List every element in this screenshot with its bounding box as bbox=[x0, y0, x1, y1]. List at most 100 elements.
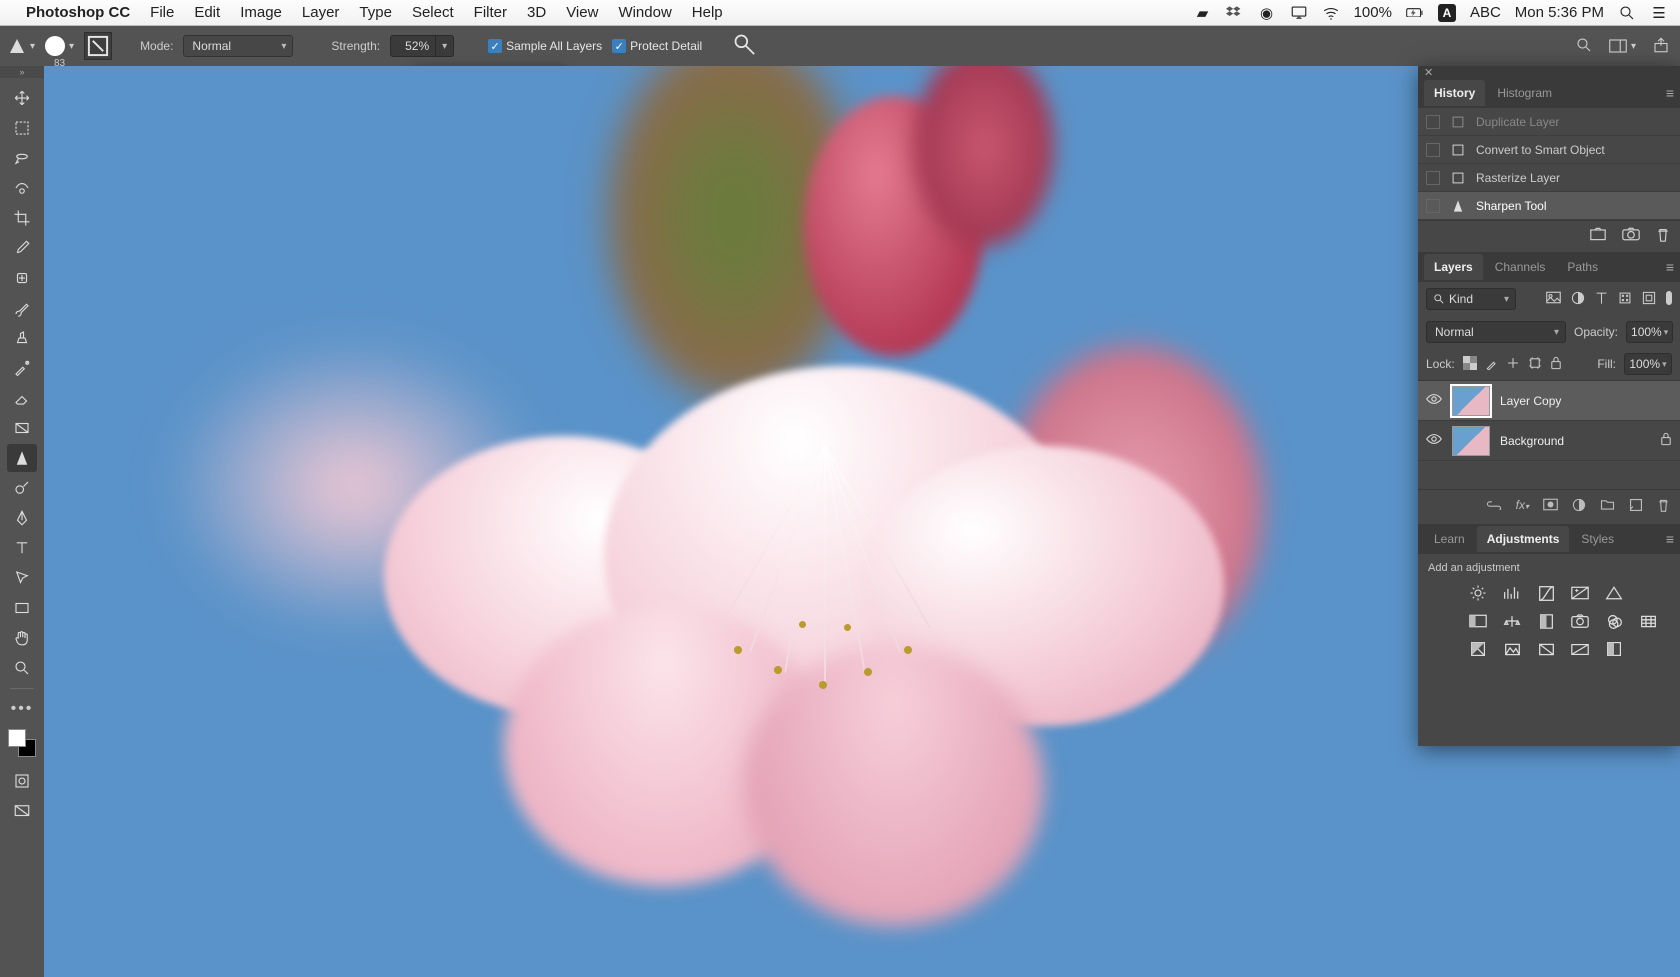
layer-filter-kind[interactable]: Kind bbox=[1426, 288, 1516, 310]
filter-type-icon[interactable] bbox=[1595, 291, 1608, 308]
mask-icon[interactable] bbox=[1543, 498, 1558, 516]
strength-dropdown-icon[interactable]: ▾ bbox=[436, 35, 454, 57]
menu-layer[interactable]: Layer bbox=[302, 4, 340, 21]
path-select-tool[interactable] bbox=[7, 564, 37, 592]
battery-percent[interactable]: 100% bbox=[1354, 4, 1392, 21]
lock-image-icon[interactable] bbox=[1485, 356, 1498, 373]
foreground-color-swatch[interactable] bbox=[8, 729, 26, 747]
history-step[interactable]: Convert to Smart Object bbox=[1418, 136, 1680, 164]
tab-paths[interactable]: Paths bbox=[1557, 254, 1608, 280]
channel-mixer-icon[interactable] bbox=[1604, 612, 1624, 630]
filter-adjustment-icon[interactable] bbox=[1571, 291, 1585, 308]
menu-view[interactable]: View bbox=[566, 4, 598, 21]
panel-menu-icon[interactable]: ≡ bbox=[1666, 531, 1674, 547]
battery-icon[interactable] bbox=[1406, 4, 1424, 22]
pen-tool[interactable] bbox=[7, 504, 37, 532]
brush-tool[interactable] bbox=[7, 294, 37, 322]
menu-image[interactable]: Image bbox=[240, 4, 282, 21]
menu-type[interactable]: Type bbox=[359, 4, 392, 21]
app-indicator-icon[interactable]: ▰ bbox=[1194, 4, 1212, 22]
tab-learn[interactable]: Learn bbox=[1424, 526, 1475, 552]
eyedropper-tool[interactable] bbox=[7, 234, 37, 262]
selective-color-icon[interactable] bbox=[1604, 640, 1624, 658]
tools-expand-handle[interactable]: » bbox=[0, 66, 44, 78]
panel-menu-icon[interactable]: ≡ bbox=[1666, 259, 1674, 275]
blend-mode-select[interactable]: Normal bbox=[1426, 321, 1566, 343]
history-toggle[interactable] bbox=[1426, 171, 1440, 185]
history-brush-tool[interactable] bbox=[7, 354, 37, 382]
menu-edit[interactable]: Edit bbox=[194, 4, 220, 21]
lock-artboard-icon[interactable] bbox=[1528, 356, 1542, 373]
vibrance-icon[interactable] bbox=[1604, 584, 1624, 602]
group-icon[interactable] bbox=[1600, 498, 1615, 516]
lock-position-icon[interactable] bbox=[1506, 356, 1520, 373]
filter-smart-icon[interactable] bbox=[1642, 291, 1656, 308]
quick-mask-icon[interactable] bbox=[7, 767, 37, 795]
brush-preset-picker[interactable]: ▾ 83 bbox=[45, 36, 74, 56]
move-tool[interactable] bbox=[7, 84, 37, 112]
opacity-input[interactable]: 100%▾ bbox=[1626, 321, 1673, 343]
spotlight-icon[interactable] bbox=[1618, 4, 1636, 22]
current-tool-icon[interactable] bbox=[10, 39, 24, 53]
quick-select-tool[interactable] bbox=[7, 174, 37, 202]
photo-filter-icon[interactable] bbox=[1570, 612, 1590, 630]
menu-help[interactable]: Help bbox=[692, 4, 723, 21]
history-toggle[interactable] bbox=[1426, 115, 1440, 129]
zoom-tool[interactable] bbox=[7, 654, 37, 682]
fill-input[interactable]: 100%▾ bbox=[1624, 353, 1672, 375]
hand-tool[interactable] bbox=[7, 624, 37, 652]
tab-layers[interactable]: Layers bbox=[1424, 254, 1483, 280]
crop-tool[interactable] bbox=[7, 204, 37, 232]
brush-panel-toggle[interactable] bbox=[84, 32, 112, 60]
fx-icon[interactable]: fx▾ bbox=[1516, 498, 1529, 516]
blend-mode-select[interactable]: Normal bbox=[183, 35, 293, 57]
menu-file[interactable]: File bbox=[150, 4, 174, 21]
notification-center-icon[interactable]: ☰ bbox=[1650, 4, 1668, 22]
menu-window[interactable]: Window bbox=[618, 4, 671, 21]
workspace-switcher[interactable]: ▾ bbox=[1609, 39, 1636, 53]
airplay-icon[interactable] bbox=[1290, 4, 1308, 22]
filter-shape-icon[interactable] bbox=[1618, 291, 1632, 308]
screen-mode-icon[interactable] bbox=[7, 797, 37, 825]
lasso-tool[interactable] bbox=[7, 144, 37, 172]
history-step[interactable]: Sharpen Tool bbox=[1418, 192, 1680, 220]
brightness-icon[interactable] bbox=[1468, 584, 1488, 602]
history-step[interactable]: Rasterize Layer bbox=[1418, 164, 1680, 192]
menu-filter[interactable]: Filter bbox=[474, 4, 507, 21]
layer-thumbnail[interactable] bbox=[1452, 386, 1490, 416]
gradient-map-icon[interactable] bbox=[1570, 640, 1590, 658]
tab-history[interactable]: History bbox=[1424, 80, 1485, 106]
invert-icon[interactable] bbox=[1468, 640, 1488, 658]
visibility-toggle-icon[interactable] bbox=[1426, 393, 1442, 408]
layer-thumbnail[interactable] bbox=[1452, 426, 1490, 456]
camera-icon[interactable] bbox=[1622, 227, 1640, 246]
tab-histogram[interactable]: Histogram bbox=[1487, 80, 1562, 106]
visibility-toggle-icon[interactable] bbox=[1426, 433, 1442, 448]
marquee-tool[interactable] bbox=[7, 114, 37, 142]
tool-preset-chevron-icon[interactable]: ▾ bbox=[30, 41, 35, 52]
pressure-controls-icon[interactable] bbox=[732, 32, 760, 60]
input-source-icon[interactable]: A bbox=[1438, 4, 1456, 22]
sharpen-tool[interactable] bbox=[7, 444, 37, 472]
history-toggle[interactable] bbox=[1426, 199, 1440, 213]
adjustment-layer-icon[interactable] bbox=[1572, 498, 1586, 516]
tab-adjustments[interactable]: Adjustments bbox=[1477, 526, 1570, 552]
trash-icon[interactable] bbox=[1656, 227, 1670, 246]
filter-toggle-switch[interactable] bbox=[1666, 291, 1672, 305]
input-source-label[interactable]: ABC bbox=[1470, 4, 1501, 21]
link-layers-icon[interactable] bbox=[1486, 498, 1502, 516]
rectangle-tool[interactable] bbox=[7, 594, 37, 622]
panel-close-icon[interactable]: ✕ bbox=[1418, 66, 1680, 78]
healing-brush-tool[interactable] bbox=[7, 264, 37, 292]
eraser-tool[interactable] bbox=[7, 384, 37, 412]
tab-styles[interactable]: Styles bbox=[1571, 526, 1624, 552]
filter-pixel-icon[interactable] bbox=[1546, 291, 1561, 308]
layer-item[interactable]: Layer Copy bbox=[1418, 381, 1680, 421]
type-tool[interactable] bbox=[7, 534, 37, 562]
trash-icon[interactable] bbox=[1657, 498, 1670, 516]
creative-cloud-icon[interactable]: ◉ bbox=[1258, 4, 1276, 22]
layer-name[interactable]: Layer Copy bbox=[1500, 394, 1672, 408]
dodge-tool[interactable] bbox=[7, 474, 37, 502]
panel-menu-icon[interactable]: ≡ bbox=[1666, 85, 1674, 101]
levels-icon[interactable] bbox=[1502, 584, 1522, 602]
